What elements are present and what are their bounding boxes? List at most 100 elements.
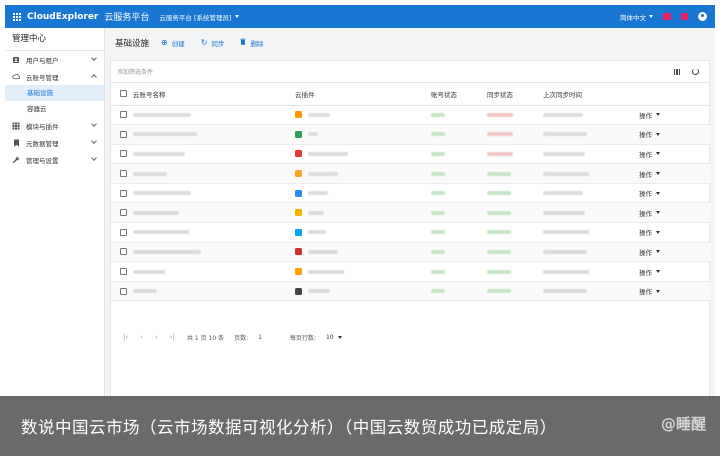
page-title: 基础设施 (115, 38, 150, 49)
mail-icon[interactable] (681, 13, 688, 20)
plugin-name-redacted (308, 171, 338, 176)
cloud-plugin-icon (295, 111, 302, 119)
column-header-name[interactable]: 云账号名称 (133, 83, 295, 106)
row-checkbox[interactable] (120, 150, 127, 158)
last-sync-redacted (543, 249, 587, 254)
grid-icon (12, 122, 20, 130)
cloud-icon (12, 73, 20, 81)
table-row[interactable]: 操作 (111, 281, 711, 302)
table-row[interactable]: 操作 (111, 242, 711, 263)
sync-icon: ↻ (200, 37, 208, 47)
row-actions-label: 操作 (639, 150, 652, 159)
page-number-input[interactable]: 1 (258, 334, 262, 341)
sidebar-item-cloud-accounts[interactable]: 云账号管理 (5, 68, 104, 85)
wrench-icon (12, 156, 20, 164)
table-row[interactable]: 操作 (111, 124, 711, 145)
sidebar-item-metadata[interactable]: 元数据管理 (5, 134, 104, 151)
per-page-select[interactable]: 10 (326, 334, 342, 341)
sidebar-item-modules[interactable]: 模块与插件 (5, 117, 104, 134)
row-actions-label: 操作 (639, 170, 652, 179)
refresh-icon[interactable] (692, 68, 699, 75)
account-status-redacted (431, 151, 445, 156)
row-checkbox[interactable] (120, 170, 127, 178)
last-sync-redacted (543, 132, 587, 137)
sidebar: 管理中心 用户与租户 云账号管理 基础设施 容器云 模块与插件 元数据管理 管理… (5, 28, 105, 405)
row-checkbox[interactable] (120, 287, 127, 295)
row-checkbox[interactable] (120, 268, 127, 276)
account-status-redacted (431, 191, 445, 196)
filter-input[interactable]: 添加筛选条件 (117, 61, 674, 82)
row-actions-menu[interactable]: 操作 (639, 267, 660, 277)
row-actions-menu[interactable]: 操作 (639, 149, 660, 159)
column-header-last-sync[interactable]: 上次同步时间 (543, 83, 639, 106)
app-grid-icon[interactable] (13, 12, 21, 21)
row-actions-menu[interactable]: 操作 (639, 110, 660, 120)
account-status-redacted (431, 230, 445, 235)
select-all-checkbox[interactable] (120, 90, 127, 98)
table-row[interactable]: 操作 (111, 202, 711, 224)
plugin-name-redacted (308, 249, 338, 254)
column-header-sync-status[interactable]: 同步状态 (487, 83, 543, 106)
last-page-icon[interactable]: ›| (170, 333, 175, 341)
cloud-plugin-icon (295, 150, 302, 158)
chevron-down-icon (656, 152, 660, 156)
row-actions-menu[interactable]: 操作 (639, 129, 660, 139)
last-sync-redacted (543, 151, 585, 156)
table-row[interactable]: 操作 (111, 222, 711, 243)
plugin-name-redacted (308, 132, 318, 137)
account-name-redacted (133, 210, 179, 215)
row-actions-menu[interactable]: 操作 (639, 247, 660, 257)
create-button[interactable]: ⊕ 创建 (161, 38, 185, 48)
row-checkbox[interactable] (120, 189, 127, 197)
table-row[interactable]: 操作 (111, 261, 711, 282)
delete-button[interactable]: 删除 (240, 38, 263, 48)
chevron-down-icon (91, 155, 97, 161)
table-row[interactable]: 操作 (111, 183, 711, 204)
plugin-name-redacted (308, 210, 324, 215)
row-checkbox[interactable] (120, 228, 127, 236)
toolbar: 基础设施 ⊕ 创建 ↻ 同步 删除 (105, 28, 715, 57)
org-select[interactable]: 云服务平台 [系统管理员] (159, 12, 239, 22)
row-checkbox[interactable] (120, 111, 127, 119)
cloud-plugin-icon (295, 170, 302, 178)
sidebar-subitem-container-cloud[interactable]: 容器云 (5, 101, 104, 117)
chevron-down-icon (656, 230, 660, 234)
row-actions-menu[interactable]: 操作 (639, 208, 660, 218)
prev-page-icon[interactable]: ‹ (140, 333, 143, 341)
user-icon (12, 56, 20, 64)
row-checkbox[interactable] (120, 209, 127, 217)
column-header-plugin[interactable]: 云插件 (295, 83, 431, 106)
column-header-account-status[interactable]: 账号状态 (431, 83, 487, 106)
table-row[interactable]: 操作 (111, 144, 711, 165)
row-actions-menu[interactable]: 操作 (639, 188, 660, 198)
sidebar-item-settings[interactable]: 管理与设置 (5, 151, 104, 168)
sync-status-redacted (487, 269, 511, 274)
table-row[interactable]: 操作 (111, 163, 711, 184)
language-select[interactable]: 简体中文 (620, 12, 653, 22)
row-actions-menu[interactable]: 操作 (639, 169, 660, 179)
columns-icon[interactable] (673, 68, 680, 75)
cloud-plugin-icon (295, 189, 302, 197)
chevron-down-icon (91, 55, 97, 61)
row-actions-menu[interactable]: 操作 (639, 227, 660, 237)
sync-button[interactable]: ↻ 同步 (201, 38, 225, 48)
main-content: 基础设施 ⊕ 创建 ↻ 同步 删除 添加筛选条件 云账号名称 云插件 账号状态 … (105, 28, 715, 405)
row-actions-menu[interactable]: 操作 (639, 286, 660, 296)
chevron-down-icon (656, 113, 660, 117)
row-checkbox[interactable] (120, 248, 127, 256)
sync-status-redacted (487, 289, 511, 294)
sidebar-item-label: 元数据管理 (26, 139, 59, 148)
user-avatar-icon[interactable] (698, 12, 707, 21)
notification-icon[interactable] (663, 13, 671, 20)
account-status-redacted (431, 112, 445, 117)
sidebar-subitem-infrastructure[interactable]: 基础设施 (5, 85, 104, 101)
sidebar-item-users[interactable]: 用户与租户 (5, 51, 104, 68)
sync-button-label: 同步 (211, 39, 225, 48)
next-page-icon[interactable]: › (155, 333, 158, 341)
sync-status-redacted (487, 112, 513, 117)
row-checkbox[interactable] (120, 130, 127, 138)
first-page-icon[interactable]: |‹ (123, 333, 128, 341)
account-name-redacted (133, 289, 157, 294)
table-row[interactable]: 操作 (111, 105, 711, 126)
last-sync-redacted (543, 112, 583, 117)
